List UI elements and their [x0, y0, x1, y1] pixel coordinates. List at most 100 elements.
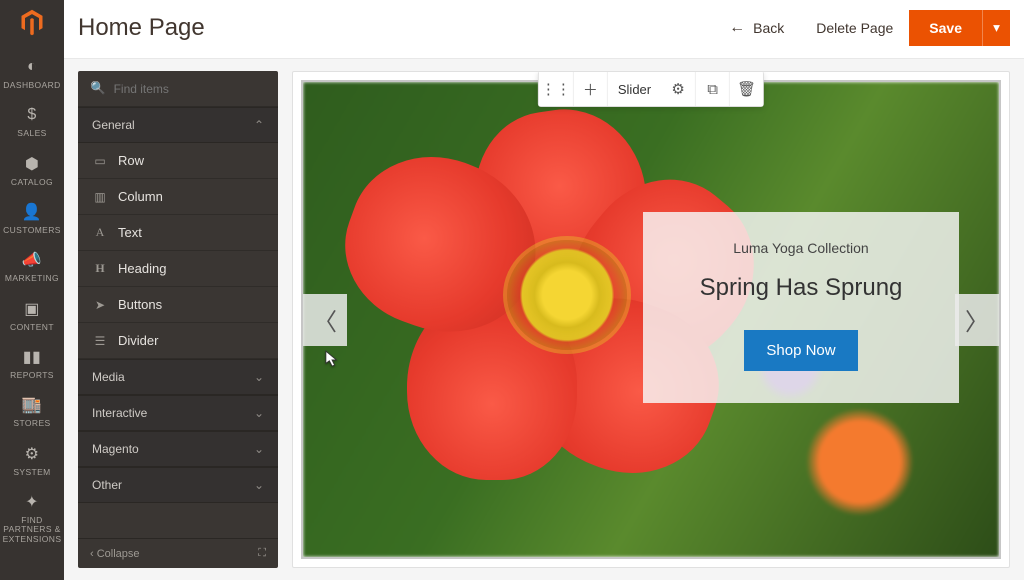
back-label: Back	[753, 20, 784, 36]
nav-content[interactable]: ▣ CONTENT	[0, 292, 64, 340]
gear-icon: ⚙	[671, 80, 684, 98]
gauge-icon: ◐	[22, 57, 42, 77]
slide-cta-button[interactable]: Shop Now	[744, 330, 857, 371]
slider-element[interactable]: 〈 〉 Luma Yoga Collection Spring Has Spru…	[301, 80, 1001, 559]
components-search: 🔍	[78, 71, 278, 107]
save-menu-toggle[interactable]: ▾	[982, 10, 1010, 46]
group-magento[interactable]: Magento ⌄	[78, 431, 278, 467]
bars-icon: ▮▮	[22, 347, 42, 367]
text-icon: A	[92, 225, 108, 240]
slider-next-button[interactable]: 〉	[955, 294, 999, 346]
heading-icon: H	[92, 261, 108, 276]
fullscreen-icon[interactable]: ⛶	[258, 547, 266, 560]
copy-icon: ⧉	[707, 81, 718, 98]
drag-handle-icon[interactable]: ⋮⋮	[539, 72, 573, 106]
puzzle-icon: ✦	[22, 492, 42, 512]
add-slide-button[interactable]: ＋	[573, 72, 607, 106]
nav-label: CONTENT	[10, 323, 54, 332]
save-button[interactable]: Save	[909, 10, 982, 46]
nav-dashboard[interactable]: ◐ DASHBOARD	[0, 50, 64, 98]
component-heading[interactable]: H Heading	[78, 251, 278, 287]
chevron-left-icon: 〈	[313, 302, 337, 337]
arrow-left-icon: ←	[729, 19, 745, 37]
delete-label: Delete Page	[816, 20, 893, 36]
group-label: Interactive	[92, 406, 147, 420]
layout-icon: ▣	[22, 299, 42, 319]
topbar: Home Page ← Back Delete Page Save ▾	[64, 0, 1024, 59]
nav-stores[interactable]: 🏬 STORES	[0, 388, 64, 436]
admin-sidebar: ◐ DASHBOARD $ SALES ⬢ CATALOG 👤 CUSTOMERS 📣 M…	[0, 0, 64, 580]
group-label: Other	[92, 478, 122, 492]
delete-button[interactable]: 🗑	[729, 72, 763, 106]
nav-label: CATALOG	[11, 178, 53, 187]
slide-eyebrow: Luma Yoga Collection	[667, 240, 935, 256]
nav-label: MARKETING	[5, 274, 59, 283]
megaphone-icon: 📣	[22, 250, 42, 270]
nav-label: CUSTOMERS	[3, 226, 61, 235]
nav-label: STORES	[13, 419, 50, 428]
collapse-label: Collapse	[97, 548, 140, 560]
page-title: Home Page	[78, 14, 205, 42]
pointer-icon: ➤	[92, 298, 108, 312]
chevron-down-icon: ⌄	[254, 442, 264, 456]
component-label: Buttons	[118, 297, 162, 312]
component-label: Heading	[118, 261, 166, 276]
component-text[interactable]: A Text	[78, 215, 278, 251]
row-icon: ▭	[92, 154, 108, 168]
component-column[interactable]: ▥ Column	[78, 179, 278, 215]
trash-icon: 🗑	[737, 80, 756, 98]
component-label: Divider	[118, 333, 158, 348]
group-interactive[interactable]: Interactive ⌄	[78, 395, 278, 431]
group-media[interactable]: Media ⌄	[78, 359, 278, 395]
chevron-right-icon: 〉	[965, 302, 989, 337]
nav-find-partners[interactable]: ✦ FIND PARTNERS & EXTENSIONS	[0, 485, 64, 552]
nav-sales[interactable]: $ SALES	[0, 98, 64, 146]
element-floating-toolbar: ⋮⋮ ＋ Slider ⚙ ⧉ 🗑	[538, 71, 764, 107]
nav-reports[interactable]: ▮▮ REPORTS	[0, 340, 64, 388]
divider-icon: ☰	[92, 334, 108, 348]
chevron-down-icon: ⌄	[254, 478, 264, 492]
column-icon: ▥	[92, 190, 108, 204]
nav-marketing[interactable]: 📣 MARKETING	[0, 243, 64, 291]
store-icon: 🏬	[22, 395, 42, 415]
nav-customers[interactable]: 👤 CUSTOMERS	[0, 195, 64, 243]
group-label: Magento	[92, 442, 139, 456]
triangle-down-icon: ▾	[993, 20, 1000, 36]
nav-label: SALES	[17, 129, 46, 138]
nav-system[interactable]: ⚙SYSTEM	[0, 437, 64, 485]
group-label: General	[92, 118, 135, 132]
component-label: Row	[118, 153, 144, 168]
nav-label: SYSTEM	[13, 468, 50, 477]
slider-prev-button[interactable]: 〈	[303, 294, 347, 346]
search-icon: 🔍	[90, 81, 106, 96]
group-label: Media	[92, 370, 125, 384]
chevron-down-icon: ⌄	[254, 370, 264, 384]
plus-icon: ＋	[583, 79, 598, 100]
nav-label: DASHBOARD	[3, 81, 60, 90]
magento-logo-icon	[16, 6, 48, 38]
search-input[interactable]	[114, 82, 269, 96]
slide-overlay-card: Luma Yoga Collection Spring Has Sprung S…	[643, 212, 959, 403]
box-icon: ⬢	[22, 154, 42, 174]
nav-label: REPORTS	[10, 371, 54, 380]
component-divider[interactable]: ☰ Divider	[78, 323, 278, 359]
component-label: Column	[118, 189, 163, 204]
component-label: Text	[118, 225, 142, 240]
delete-page-button[interactable]: Delete Page	[800, 12, 909, 44]
duplicate-button[interactable]: ⧉	[695, 72, 729, 106]
components-panel: 🔍 General ⌃ ▭Row ▥Column AText HHeading …	[78, 71, 278, 568]
person-icon: 👤	[22, 202, 42, 222]
group-other[interactable]: Other ⌄	[78, 467, 278, 503]
chevron-up-icon: ⌃	[254, 118, 264, 132]
component-buttons[interactable]: ➤ Buttons	[78, 287, 278, 323]
nav-catalog[interactable]: ⬢ CATALOG	[0, 147, 64, 195]
component-row[interactable]: ▭ Row	[78, 143, 278, 179]
dollar-icon: $	[22, 105, 42, 125]
canvas: ⋮⋮ ＋ Slider ⚙ ⧉ 🗑 〈 〉	[292, 71, 1010, 568]
chevron-down-icon: ⌄	[254, 406, 264, 420]
collapse-panel-button[interactable]: ‹ Collapse	[90, 548, 140, 560]
nav-label: FIND PARTNERS & EXTENSIONS	[2, 516, 62, 544]
group-general[interactable]: General ⌃	[78, 107, 278, 143]
back-button[interactable]: ← Back	[713, 11, 800, 45]
settings-button[interactable]: ⚙	[661, 72, 695, 106]
